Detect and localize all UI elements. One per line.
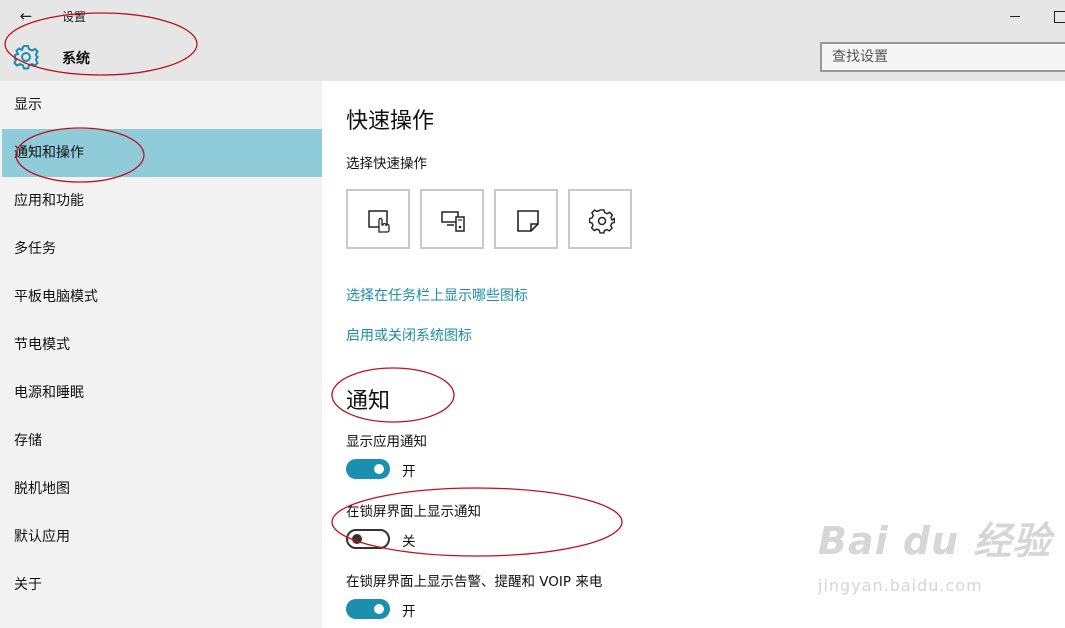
taskbar-icons-link[interactable]: 选择在任务栏上显示哪些图标 — [346, 285, 528, 305]
setting-label-lockscreen-notifications: 在锁屏界面上显示通知 — [346, 504, 481, 520]
gear-icon — [13, 45, 39, 70]
lockscreen-notifications-state: 关 — [402, 534, 416, 550]
maximize-button[interactable] — [1048, 4, 1065, 28]
sidebar-item-power-sleep[interactable]: 电源和睡眠 — [0, 369, 322, 417]
quick-action-tile-note[interactable] — [494, 189, 558, 249]
sidebar-item-apps-features[interactable]: 应用和功能 — [0, 177, 322, 225]
title-bar: ← 设置 系统 — [0, 0, 1065, 81]
sidebar-item-default-apps[interactable]: 默认应用 — [0, 513, 322, 561]
setting-label-app-notifications: 显示应用通知 — [346, 434, 427, 450]
back-button[interactable]: ← — [14, 6, 38, 26]
sidebar-item-about[interactable]: 关于 — [0, 561, 322, 609]
setting-label-lockscreen-alarms: 在锁屏界面上显示告警、提醒和 VOIP 来电 — [346, 574, 603, 590]
search-input[interactable] — [822, 44, 1065, 70]
notifications-heading: 通知 — [346, 389, 391, 414]
quick-action-tile-settings[interactable] — [568, 189, 632, 249]
search-box[interactable] — [820, 42, 1065, 72]
quick-action-tile-tablet-mode[interactable] — [346, 189, 410, 249]
sidebar: 显示 通知和操作 应用和功能 多任务 平板电脑模式 节电模式 电源和睡眠 存储 … — [0, 81, 322, 628]
system-icons-link[interactable]: 启用或关闭系统图标 — [346, 325, 472, 345]
lockscreen-alarms-toggle[interactable] — [346, 599, 390, 619]
section-title: 系统 — [62, 51, 90, 67]
sidebar-item-battery-saver[interactable]: 节电模式 — [0, 321, 322, 369]
watermark-url: jingyan.baidu.com — [818, 576, 983, 595]
lockscreen-notifications-toggle[interactable] — [346, 529, 390, 549]
project-icon — [441, 211, 465, 232]
sidebar-item-notifications-actions[interactable]: 通知和操作 — [2, 129, 322, 177]
tablet-mode-icon — [368, 210, 390, 233]
watermark-brand: Bai du 经验 — [818, 519, 1052, 563]
sidebar-item-display[interactable]: 显示 — [0, 81, 322, 129]
quick-actions-heading: 快速操作 — [346, 109, 435, 134]
app-title: 设置 — [62, 10, 87, 24]
app-notifications-state: 开 — [402, 464, 416, 480]
sidebar-item-storage[interactable]: 存储 — [0, 417, 322, 465]
sidebar-item-multitasking[interactable]: 多任务 — [0, 225, 322, 273]
settings-gear-icon — [589, 209, 615, 234]
sidebar-item-tablet-mode[interactable]: 平板电脑模式 — [0, 273, 322, 321]
app-notifications-toggle[interactable] — [346, 459, 390, 479]
minimize-button[interactable] — [1004, 4, 1028, 28]
lockscreen-alarms-state: 开 — [402, 604, 416, 620]
quick-actions-subtitle: 选择快速操作 — [346, 156, 427, 172]
quick-action-tile-project[interactable] — [420, 189, 484, 249]
note-icon — [517, 210, 539, 232]
sidebar-item-offline-maps[interactable]: 脱机地图 — [0, 465, 322, 513]
